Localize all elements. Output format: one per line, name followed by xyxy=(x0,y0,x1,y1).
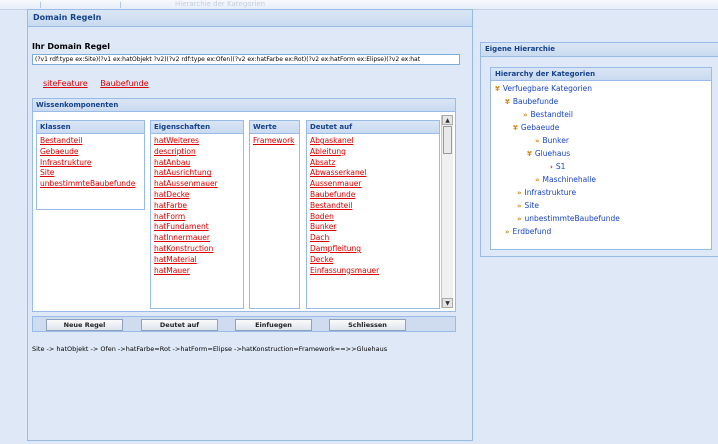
tree-node-selected[interactable]: › S1 xyxy=(550,162,565,171)
tree-node[interactable]: » Erdbefund xyxy=(505,227,551,236)
tree-node[interactable]: ¥ Baubefunde xyxy=(505,97,558,106)
wissenkomponenten-panel: Wissenkomponenten Klassen Bestandteil Ge… xyxy=(32,98,456,312)
collapsed-icon: » xyxy=(517,215,522,223)
collapsed-icon: » xyxy=(523,111,528,119)
feature-links: siteFeature Baubefunde xyxy=(43,79,159,88)
scroll-down-icon[interactable]: ▼ xyxy=(442,298,453,308)
link-baubefunde[interactable]: Baubefunde xyxy=(100,79,148,88)
eigenschaften-column: Eigenschaften hatWeiteres description ha… xyxy=(150,120,244,309)
eigenschaften-item[interactable]: hatAnbau xyxy=(154,158,243,169)
category-tree: Hierarchy der Kategorien ¥ Verfuegbare Ka… xyxy=(490,67,712,250)
eigenschaften-item[interactable]: description xyxy=(154,147,243,158)
eigenschaften-item[interactable]: hatInnermauer xyxy=(154,233,243,244)
klassen-item[interactable]: unbestimmteBaubefunde xyxy=(40,179,144,190)
tree-title: Hierarchy der Kategorien xyxy=(491,68,711,81)
tree-node[interactable]: ¥ Gebaeude xyxy=(513,123,559,132)
eigenschaften-item[interactable]: hatFarbe xyxy=(154,201,243,212)
klassen-item[interactable]: Infrastrukture xyxy=(40,158,144,169)
rule-label: Ihr Domain Regel xyxy=(32,42,110,51)
tree-node[interactable]: » Site xyxy=(517,201,539,210)
wissenkomponenten-title: Wissenkomponenten xyxy=(33,99,455,112)
rule-result-text: Site -> hatObjekt -> Ofen ->hatFarbe=Rot… xyxy=(32,345,388,353)
einfuegen-button[interactable]: Einfuegen xyxy=(235,319,312,331)
wissen-scrollbar[interactable]: ▲ ▼ xyxy=(441,115,453,308)
deutet-auf-item[interactable]: Decke xyxy=(310,255,439,266)
eigenschaften-item[interactable]: hatAussenmauer xyxy=(154,179,243,190)
tree-node[interactable]: » Bestandteil xyxy=(523,110,573,119)
deutet-auf-item[interactable]: Abgaskanel xyxy=(310,136,439,147)
tree-node[interactable]: ¥ Gluehaus xyxy=(527,149,570,158)
werte-header: Werte xyxy=(250,121,299,134)
rule-input[interactable]: (?v1 rdf:type ex:Site)(?v1 ex:hatObjekt … xyxy=(32,54,460,65)
deutet-auf-item[interactable]: Baubefunde xyxy=(310,190,439,201)
collapsed-icon: » xyxy=(517,189,522,197)
domain-regeln-window: Domain Regeln Ihr Domain Regel (?v1 rdf:… xyxy=(27,9,473,441)
scroll-thumb[interactable] xyxy=(443,126,452,154)
eigenschaften-item[interactable]: hatFundament xyxy=(154,222,243,233)
werte-item[interactable]: Framework xyxy=(253,136,299,147)
collapsed-icon: » xyxy=(535,137,540,145)
deutet-auf-item[interactable]: Absatz xyxy=(310,158,439,169)
eigenschaften-item[interactable]: hatMauer xyxy=(154,266,243,277)
tree-node[interactable]: » Bunker xyxy=(535,136,569,145)
eigenschaften-item[interactable]: hatWeiteres xyxy=(154,136,243,147)
deutet-auf-item[interactable]: Ableitung xyxy=(310,147,439,158)
eigenschaften-item[interactable]: hatForm xyxy=(154,212,243,223)
eigenschaften-item[interactable]: hatKonstruction xyxy=(154,244,243,255)
collapsed-icon: » xyxy=(505,228,510,236)
klassen-header: Klassen xyxy=(37,121,144,134)
deutet-auf-header: Deutet auf xyxy=(307,121,439,134)
schliessen-button[interactable]: Schliessen xyxy=(329,319,406,331)
button-bar: Neue Regel Deutet auf Einfuegen Schliess… xyxy=(32,316,456,332)
eigenschaften-item[interactable]: hatAusrichtung xyxy=(154,168,243,179)
klassen-column: Klassen Bestandteil Gebaeude Infrastrukt… xyxy=(36,120,145,210)
tree-node[interactable]: » Infrastrukture xyxy=(517,188,576,197)
ghost-window-title: Hierarchie der Kategorien xyxy=(175,0,266,8)
eigenschaften-item[interactable]: hatDecke xyxy=(154,190,243,201)
deutet-auf-item[interactable]: Boden xyxy=(310,212,439,223)
deutet-auf-item[interactable]: Dampfleitung xyxy=(310,244,439,255)
deutet-auf-item[interactable]: Einfassungsmauer xyxy=(310,266,439,277)
klassen-item[interactable]: Site xyxy=(40,168,144,179)
collapsed-icon: » xyxy=(535,176,540,184)
deutet-auf-item[interactable]: Dach xyxy=(310,233,439,244)
deutet-auf-item[interactable]: Bestandteil xyxy=(310,201,439,212)
hierarchie-title: Eigene Hierarchie xyxy=(481,43,718,57)
klassen-item[interactable]: Gebaeude xyxy=(40,147,144,158)
tree-node[interactable]: » Maschinehalle xyxy=(535,175,596,184)
scroll-up-icon[interactable]: ▲ xyxy=(442,115,453,125)
toolbar-separator xyxy=(40,2,41,8)
window-title: Domain Regeln xyxy=(28,10,472,27)
leaf-icon: › xyxy=(550,163,553,171)
deutet-auf-item[interactable]: Bunker xyxy=(310,222,439,233)
eigenschaften-header: Eigenschaften xyxy=(151,121,243,134)
werte-column: Werte Framework xyxy=(249,120,300,309)
expanded-icon: ¥ xyxy=(513,124,518,132)
expanded-icon: ¥ xyxy=(527,150,532,158)
link-site-feature[interactable]: siteFeature xyxy=(43,79,88,88)
expanded-icon: ¥ xyxy=(495,85,500,93)
tree-node[interactable]: » unbestimmteBaubefunde xyxy=(517,214,620,223)
eigene-hierarchie-panel: Eigene Hierarchie Hierarchy der Kategori… xyxy=(480,42,718,257)
deutet-auf-column: Deutet auf Abgaskanel Ableitung Absatz A… xyxy=(306,120,440,309)
expanded-icon: ¥ xyxy=(505,98,510,106)
klassen-item[interactable]: Bestandteil xyxy=(40,136,144,147)
collapsed-icon: » xyxy=(517,202,522,210)
deutet-auf-button[interactable]: Deutet auf xyxy=(141,319,218,331)
toolbar-separator xyxy=(120,2,121,8)
eigenschaften-item[interactable]: hatMaterial xyxy=(154,255,243,266)
deutet-auf-item[interactable]: Aussenmauer xyxy=(310,179,439,190)
tree-node-root[interactable]: ¥ Verfuegbare Kategorien xyxy=(495,84,592,93)
neue-regel-button[interactable]: Neue Regel xyxy=(46,319,123,331)
deutet-auf-item[interactable]: Abwasserkanel xyxy=(310,168,439,179)
